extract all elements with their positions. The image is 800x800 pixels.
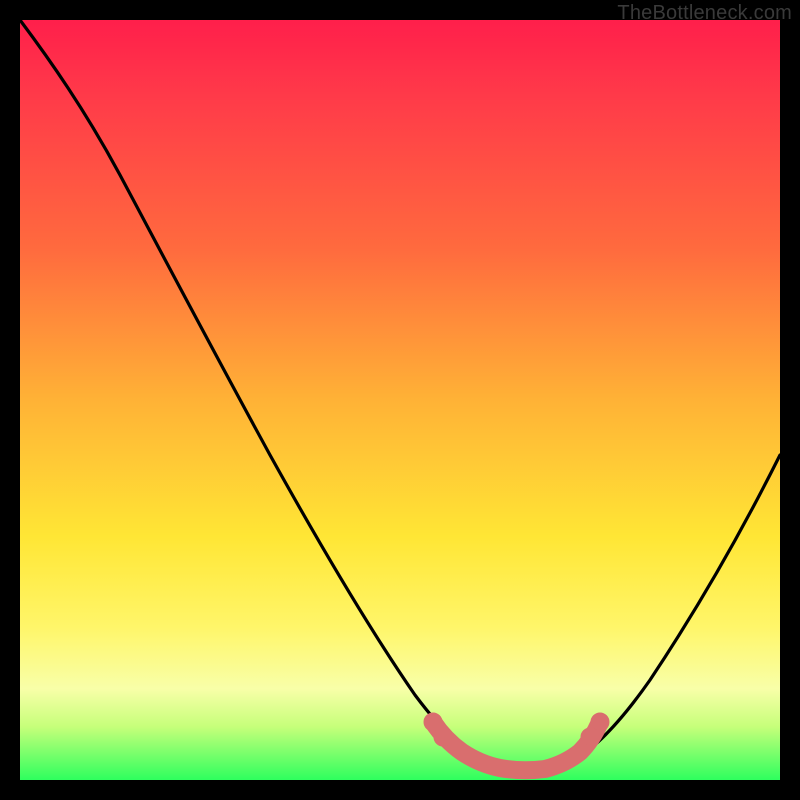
- watermark-text: TheBottleneck.com: [617, 2, 792, 25]
- bottleneck-curve: [20, 20, 780, 772]
- optimal-highlight: [424, 713, 609, 770]
- chart-overlay: [0, 0, 800, 800]
- chart-stage: TheBottleneck.com: [0, 0, 800, 800]
